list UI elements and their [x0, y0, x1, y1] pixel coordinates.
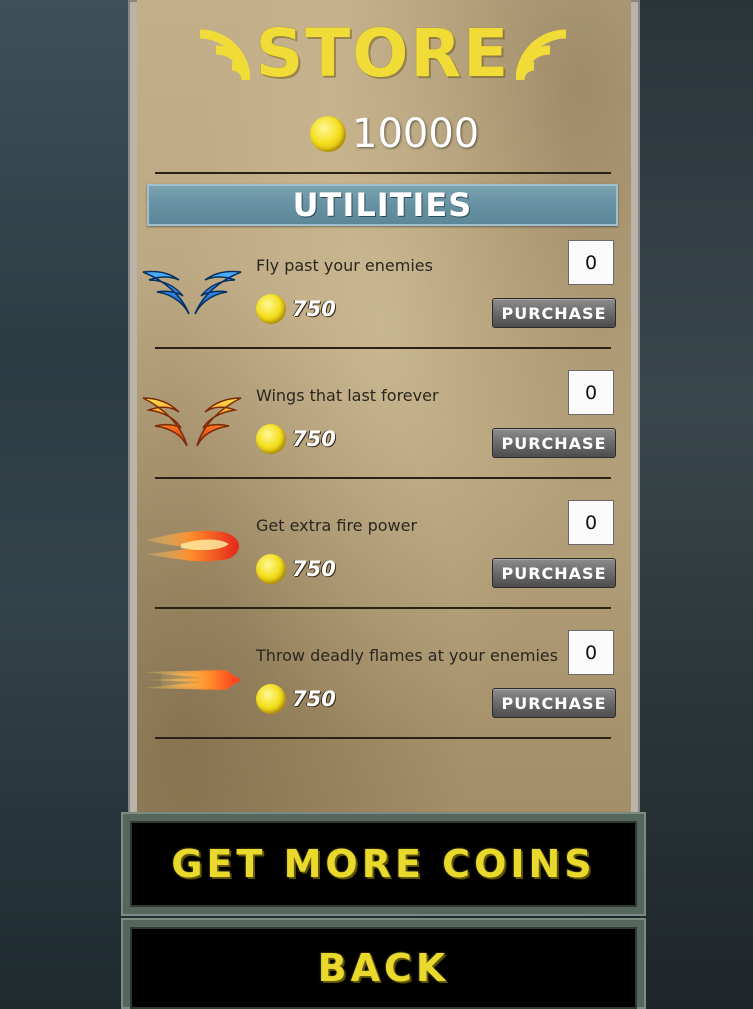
divider: [155, 172, 611, 174]
item-price: 750: [256, 294, 336, 324]
background-left: [0, 0, 128, 1009]
signal-wave-left-icon: [199, 29, 250, 81]
coin-icon: [256, 294, 286, 324]
item-quantity: 0: [568, 370, 614, 415]
item-price: 750: [256, 554, 336, 584]
divider: [155, 607, 611, 609]
coin-icon: [256, 424, 286, 454]
signal-wave-right-icon: [516, 29, 567, 81]
item-price: 750: [256, 424, 336, 454]
coin-icon: [256, 684, 286, 714]
purchase-button[interactable]: PURCHASE: [492, 298, 616, 328]
divider: [155, 347, 611, 349]
item-price-value: 750: [292, 687, 336, 711]
coin-balance-value: 10000: [352, 111, 480, 157]
item-price: 750: [256, 684, 336, 714]
get-more-coins-button-face[interactable]: GET MORE COINS: [130, 821, 637, 907]
item-description: Fly past your enemies: [256, 256, 433, 275]
item-quantity: 0: [568, 630, 614, 675]
divider: [155, 477, 611, 479]
purchase-button[interactable]: PURCHASE: [492, 428, 616, 458]
fireball-icon: [145, 530, 239, 562]
store-header: STORE: [178, 15, 588, 92]
item-price-value: 750: [292, 427, 336, 451]
divider: [155, 737, 611, 739]
item-price-value: 750: [292, 557, 336, 581]
item-description: Throw deadly flames at your enemies: [256, 646, 559, 665]
background-right: [640, 0, 753, 1009]
item-description: Get extra fire power: [256, 516, 418, 535]
get-more-coins-label: GET MORE COINS: [171, 842, 596, 886]
coin-icon: [310, 116, 346, 152]
purchase-button[interactable]: PURCHASE: [492, 688, 616, 718]
fire-wings-icon: [142, 397, 242, 447]
blue-wings-icon: [142, 270, 242, 315]
back-button-face[interactable]: BACK: [130, 927, 637, 1009]
item-quantity: 0: [568, 500, 614, 545]
item-quantity: 0: [568, 240, 614, 285]
coin-balance: 10000: [310, 111, 480, 157]
get-more-coins-button[interactable]: GET MORE COINS: [121, 812, 646, 916]
coin-icon: [256, 554, 286, 584]
back-label: BACK: [317, 946, 450, 990]
flame-streak-icon: [143, 670, 241, 690]
section-title: UTILITIES: [292, 186, 473, 224]
back-button[interactable]: BACK: [121, 918, 646, 1009]
store-title: STORE: [255, 14, 511, 92]
item-description: Wings that last forever: [256, 386, 439, 405]
item-price-value: 750: [292, 297, 336, 321]
section-header-utilities: UTILITIES: [147, 184, 618, 226]
purchase-button[interactable]: PURCHASE: [492, 558, 616, 588]
